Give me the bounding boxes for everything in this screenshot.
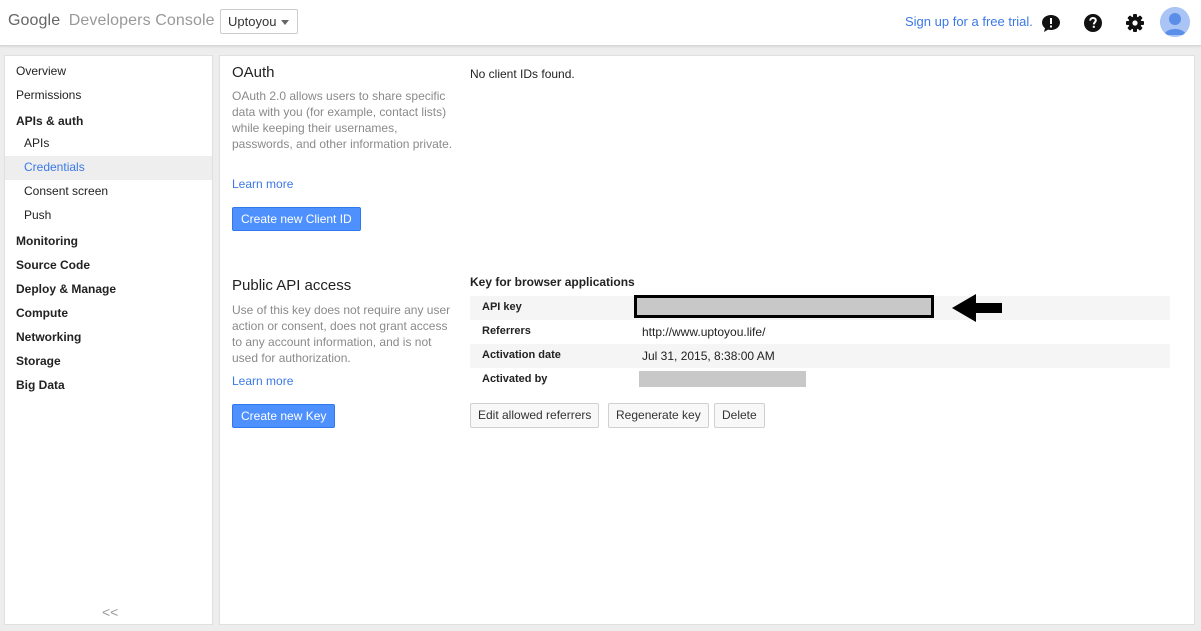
sidebar-item-apis[interactable]: APIs (5, 132, 212, 156)
oauth-learn-more-link[interactable]: Learn more (232, 177, 293, 191)
main-panel: OAuth OAuth 2.0 allows users to share sp… (219, 55, 1195, 625)
create-new-key-button[interactable]: Create new Key (232, 404, 336, 428)
create-client-id-button[interactable]: Create new Client ID (232, 207, 361, 231)
sidebar-item-big-data[interactable]: Big Data (5, 374, 212, 398)
logo-google-text: Google (8, 12, 61, 29)
project-selector[interactable]: Uptoyou (220, 9, 298, 34)
key-section-title: Key for browser applications (470, 275, 635, 289)
key-row-referrers: Referrers http://www.uptoyou.life/ (470, 320, 1170, 344)
sidebar: Overview Permissions APIs & auth APIs Cr… (4, 55, 213, 625)
no-client-ids-text: No client IDs found. (470, 67, 575, 81)
regenerate-key-button[interactable]: Regenerate key (608, 403, 709, 428)
activation-date-value: Jul 31, 2015, 8:38:00 AM (642, 349, 775, 363)
activated-by-label: Activated by (482, 373, 548, 385)
edit-referrers-button[interactable]: Edit allowed referrers (470, 403, 600, 428)
referrers-value: http://www.uptoyou.life/ (642, 325, 766, 339)
sidebar-item-apis-auth[interactable]: APIs & auth (5, 110, 212, 134)
sidebar-item-monitoring[interactable]: Monitoring (5, 230, 212, 254)
key-row-activation-date: Activation date Jul 31, 2015, 8:38:00 AM (470, 344, 1170, 368)
help-icon[interactable] (1082, 12, 1104, 34)
sidebar-item-credentials[interactable]: Credentials (5, 156, 212, 180)
sidebar-item-consent-screen[interactable]: Consent screen (5, 180, 212, 204)
logo-product-text: Developers Console (68, 12, 215, 29)
public-api-description: Use of this key does not require any use… (232, 303, 451, 365)
oauth-title: OAuth (232, 64, 275, 81)
activated-by-redacted (639, 371, 806, 387)
sidebar-item-networking[interactable]: Networking (5, 326, 212, 350)
project-name: Uptoyou (228, 14, 277, 29)
delete-key-button[interactable]: Delete (714, 403, 765, 428)
sidebar-item-storage[interactable]: Storage (5, 350, 212, 374)
public-api-title: Public API access (232, 277, 352, 294)
api-key-label: API key (482, 301, 522, 313)
sidebar-item-push[interactable]: Push (5, 204, 212, 228)
activation-date-label: Activation date (482, 349, 561, 361)
avatar[interactable] (1160, 7, 1190, 37)
sidebar-item-compute[interactable]: Compute (5, 302, 212, 326)
gear-icon[interactable] (1124, 12, 1146, 34)
top-bar: Google Developers Console Uptoyou Sign u… (0, 0, 1201, 46)
arrow-left-icon (952, 293, 1004, 326)
sidebar-item-source-code[interactable]: Source Code (5, 254, 212, 278)
sidebar-item-overview[interactable]: Overview (5, 60, 212, 84)
signup-link[interactable]: Sign up for a free trial. (905, 14, 1033, 29)
api-key-redacted (634, 295, 934, 318)
public-api-learn-more-link[interactable]: Learn more (232, 374, 293, 388)
referrers-label: Referrers (482, 325, 531, 337)
oauth-description: OAuth 2.0 allows users to share specific… (232, 89, 453, 151)
collapse-icon[interactable]: << (102, 604, 118, 620)
console-logo[interactable]: Google Developers Console (8, 12, 215, 30)
key-row-activated-by: Activated by (470, 368, 1170, 392)
feedback-icon[interactable] (1040, 12, 1062, 34)
key-row-api-key: API key (470, 295, 1170, 320)
sidebar-item-permissions[interactable]: Permissions (5, 84, 212, 108)
chevron-down-icon (281, 20, 289, 25)
sidebar-item-deploy-manage[interactable]: Deploy & Manage (5, 278, 212, 302)
